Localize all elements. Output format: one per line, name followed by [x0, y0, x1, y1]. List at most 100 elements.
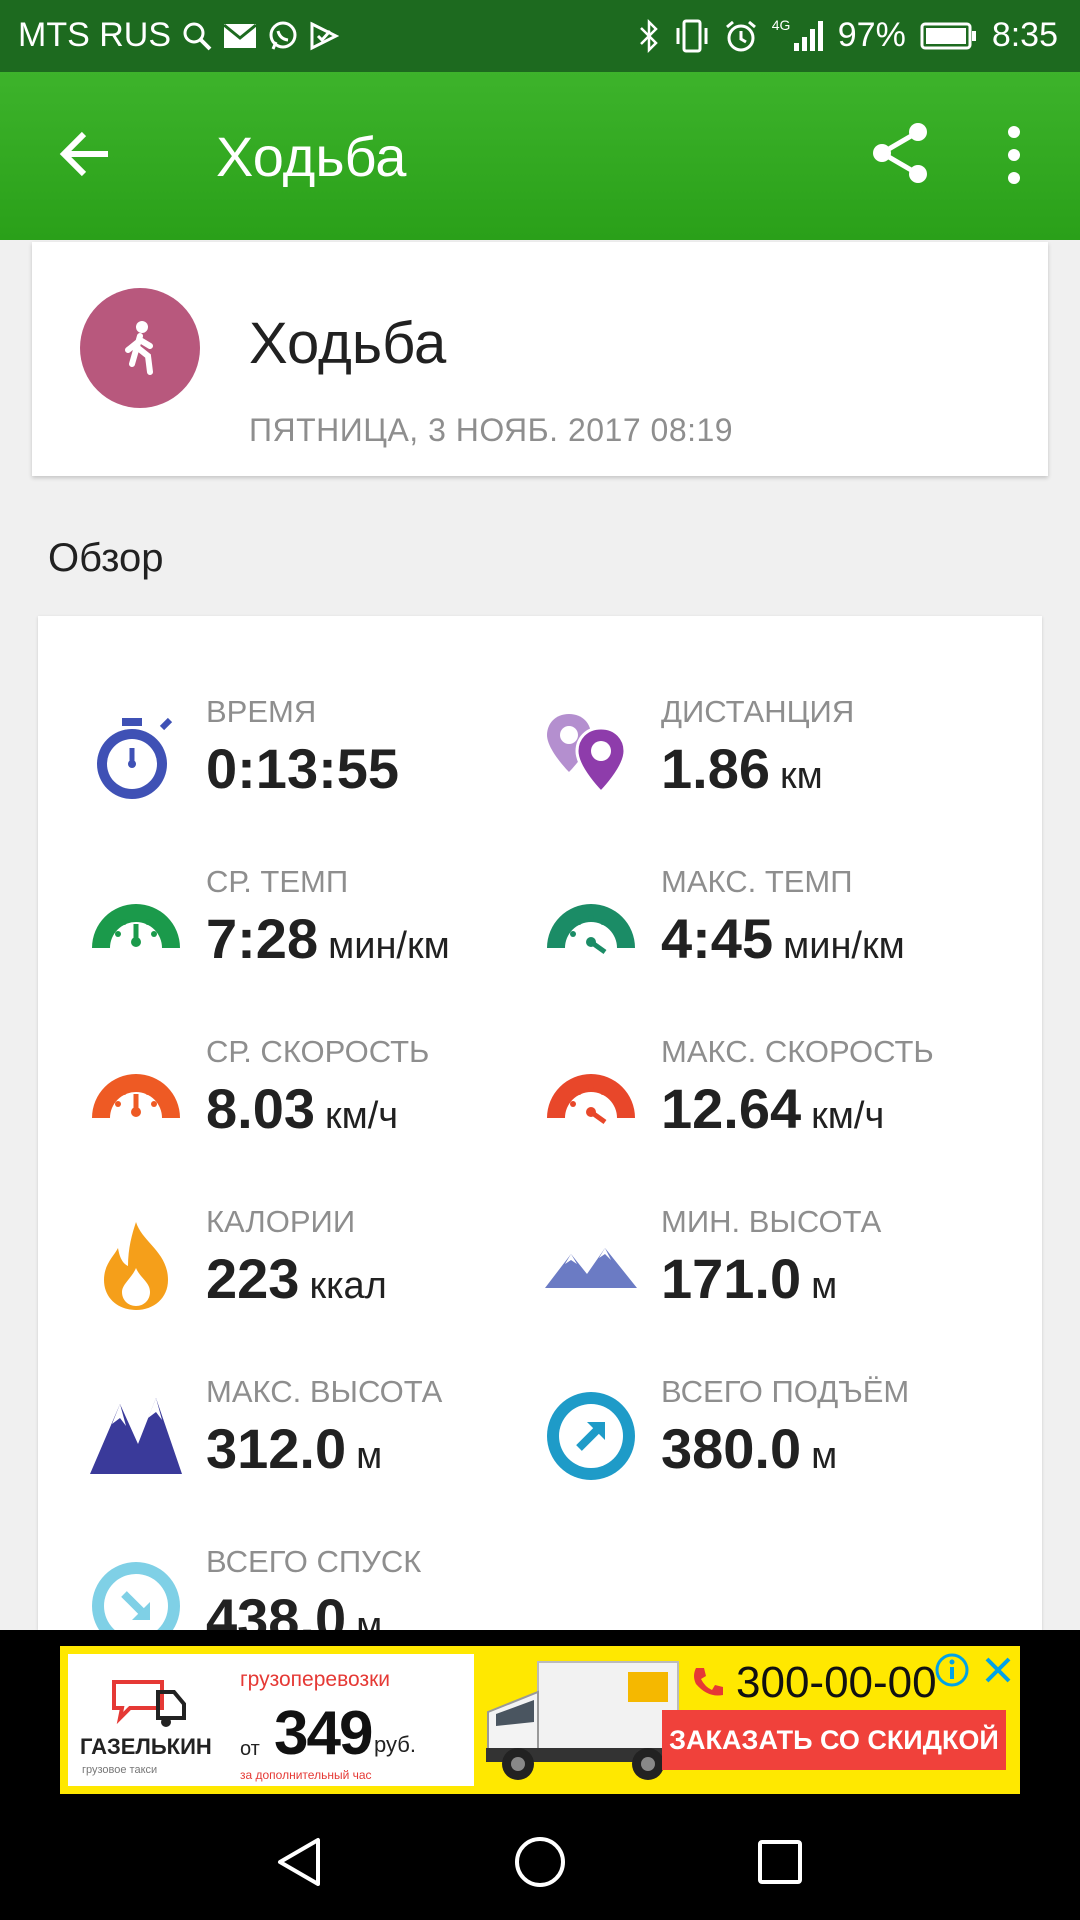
- stat-max-altitude: МАКС. ВЫСОТА 312.0 м: [38, 1374, 508, 1504]
- stat-value: 223: [206, 1247, 300, 1310]
- ad-info-icon[interactable]: [934, 1652, 970, 1688]
- stat-avg-speed: СР. СКОРОСТЬ 8.03 км/ч: [38, 1034, 508, 1164]
- stat-unit: м: [356, 1435, 383, 1477]
- stat-total-descent: ВСЕГО СПУСК 438.0 м: [38, 1544, 508, 1630]
- avg-pace-gauge-icon: [88, 878, 184, 974]
- location-pins-icon: [543, 708, 639, 804]
- stat-min-altitude: МИН. ВЫСОТА 171.0 м: [493, 1204, 963, 1334]
- share-icon[interactable]: [868, 120, 934, 186]
- max-pace-gauge-icon: [543, 878, 639, 974]
- ad-area: ГАЗЕЛЬКИН грузовое такси грузоперевозки …: [0, 1630, 1080, 1800]
- clock: 8:35: [991, 16, 1058, 54]
- whatsapp-icon: [267, 20, 299, 52]
- stat-label: МАКС. ВЫСОТА: [206, 1374, 443, 1409]
- ad-order-button[interactable]: ЗАКАЗАТЬ СО СКИДКОЙ: [662, 1710, 1006, 1770]
- stat-label: МАКС. ТЕМП: [661, 864, 853, 899]
- nav-home-icon[interactable]: [512, 1834, 568, 1890]
- stat-label: ВСЕГО ПОДЪЁМ: [661, 1374, 910, 1409]
- avg-speed-gauge-icon: [88, 1048, 184, 1144]
- ad-hourly-note: за дополнительный час: [240, 1768, 372, 1782]
- stat-value: 380.0: [661, 1417, 802, 1480]
- stat-label: ВСЕГО СПУСК: [206, 1544, 422, 1579]
- stat-calories: КАЛОРИИ 223 ккал: [38, 1204, 508, 1334]
- stat-label: МАКС. СКОРОСТЬ: [661, 1034, 934, 1069]
- stat-unit: км/ч: [811, 1095, 885, 1137]
- ad-price: 349: [274, 1699, 373, 1768]
- phone-icon: [694, 1668, 723, 1696]
- stat-value: 4:45: [661, 907, 774, 970]
- stat-unit: м: [811, 1435, 838, 1477]
- activity-avatar: [80, 288, 200, 408]
- battery-icon: [920, 21, 978, 51]
- carrier-name: MTS RUS: [18, 16, 171, 54]
- back-arrow-icon[interactable]: [56, 122, 120, 186]
- stat-total-ascent: ВСЕГО ПОДЪЁМ 380.0 м: [493, 1374, 963, 1504]
- stat-max-pace: МАКС. ТЕМП 4:45 мин/км: [493, 864, 963, 994]
- app-bar-title: Ходьба: [216, 125, 407, 188]
- ascent-icon: [543, 1388, 639, 1484]
- stat-unit: м: [356, 1605, 383, 1630]
- search-icon: [181, 20, 213, 52]
- system-nav-bar: [0, 1800, 1080, 1920]
- app-bar: Ходьба: [0, 72, 1080, 240]
- stat-value: 1.86: [661, 737, 770, 800]
- ad-cargo-label: грузоперевозки: [240, 1668, 390, 1691]
- stat-value: 8.03: [206, 1077, 315, 1140]
- ad-close-icon[interactable]: [980, 1652, 1016, 1688]
- low-mountains-icon: [543, 1218, 639, 1314]
- stat-label: МИН. ВЫСОТА: [661, 1204, 882, 1239]
- stat-unit: мин/км: [783, 925, 905, 967]
- max-speed-gauge-icon: [543, 1048, 639, 1144]
- flame-icon: [88, 1218, 184, 1314]
- stat-value: 7:28: [206, 907, 319, 970]
- stat-label: СР. СКОРОСТЬ: [206, 1034, 430, 1069]
- ad-banner[interactable]: ГАЗЕЛЬКИН грузовое такси грузоперевозки …: [60, 1646, 1020, 1794]
- ad-phone: 300-00-00: [736, 1658, 937, 1707]
- truck-chat-icon: [112, 1680, 186, 1727]
- battery-percent: 97%: [837, 16, 906, 54]
- ad-brand: ГАЗЕЛЬКИН: [80, 1734, 212, 1759]
- ad-currency: руб.: [374, 1732, 416, 1757]
- stat-unit: км/ч: [325, 1095, 399, 1137]
- stat-label: ДИСТАНЦИЯ: [661, 694, 855, 729]
- mail-icon: [223, 22, 257, 50]
- stat-time: ВРЕМЯ 0:13:55: [38, 694, 508, 824]
- stat-value: 438.0: [206, 1587, 347, 1630]
- overview-stats-card: ВРЕМЯ 0:13:55 ДИСТАНЦИЯ 1.86 км СР. ТЕМП …: [38, 616, 1042, 1630]
- stat-value: 171.0: [661, 1247, 802, 1310]
- ad-from-label: от: [240, 1738, 260, 1760]
- ad-logo-box: ГАЗЕЛЬКИН грузовое такси грузоперевозки …: [68, 1654, 474, 1786]
- more-options-icon[interactable]: [994, 122, 1034, 188]
- stat-label: КАЛОРИИ: [206, 1204, 356, 1239]
- stopwatch-icon: [88, 708, 184, 804]
- network-type: 4G: [771, 16, 791, 33]
- notification-check-icon: [309, 21, 339, 51]
- signal-icon: 4G: [771, 16, 824, 53]
- vibrate-icon: [674, 19, 710, 53]
- section-title-overview: Обзор: [48, 536, 164, 580]
- activity-name: Ходьба: [249, 311, 447, 376]
- activity-header-card: Ходьба ПЯТНИЦА, 3 НОЯБ. 2017 08:19: [32, 242, 1048, 476]
- activity-date: ПЯТНИЦА, 3 НОЯБ. 2017 08:19: [249, 412, 734, 448]
- bluetooth-icon: [638, 18, 660, 53]
- stat-unit: ккал: [309, 1265, 387, 1307]
- stat-unit: мин/км: [328, 925, 450, 967]
- nav-back-icon[interactable]: [272, 1834, 328, 1890]
- stat-max-speed: МАКС. СКОРОСТЬ 12.64 км/ч: [493, 1034, 963, 1164]
- descent-icon: [88, 1558, 184, 1630]
- nav-recents-icon[interactable]: [752, 1834, 808, 1890]
- stat-value: 0:13:55: [206, 737, 400, 800]
- stat-label: СР. ТЕМП: [206, 864, 349, 899]
- stat-unit: км: [780, 755, 823, 797]
- status-bar: MTS RUS 4G 97% 8:35: [0, 0, 1080, 72]
- high-mountains-icon: [88, 1388, 184, 1484]
- stat-value: 312.0: [206, 1417, 347, 1480]
- walking-person-icon: [125, 321, 153, 375]
- stat-avg-pace: СР. ТЕМП 7:28 мин/км: [38, 864, 508, 994]
- stat-label: ВРЕМЯ: [206, 694, 317, 729]
- stat-distance: ДИСТАНЦИЯ 1.86 км: [493, 694, 963, 824]
- truck-image: [486, 1661, 682, 1780]
- alarm-icon: [724, 19, 758, 53]
- stat-unit: м: [811, 1265, 838, 1307]
- stat-value: 12.64: [661, 1077, 802, 1140]
